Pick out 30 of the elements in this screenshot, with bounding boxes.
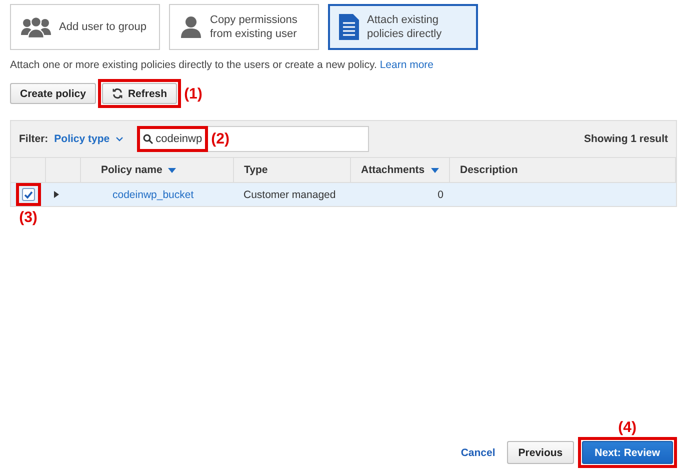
table-cell: 0 bbox=[438, 188, 444, 200]
option-card[interactable]: Attach existing policies directly bbox=[328, 4, 478, 50]
search-field[interactable]: codeinwp (2) bbox=[136, 126, 369, 152]
column-header[interactable]: Description bbox=[460, 164, 518, 176]
refresh-icon bbox=[112, 88, 123, 99]
option-card[interactable]: Copy permissions from existing user bbox=[169, 4, 319, 50]
document-icon bbox=[339, 14, 359, 40]
column-header[interactable]: Type bbox=[244, 164, 268, 176]
create-policy-button[interactable]: Create policy bbox=[10, 83, 96, 104]
row-checkbox[interactable] bbox=[22, 188, 35, 201]
search-icon bbox=[142, 134, 153, 144]
option-card[interactable]: Add user to group bbox=[10, 4, 160, 50]
chevron-icon bbox=[116, 136, 123, 142]
user-icon bbox=[180, 16, 202, 38]
annotation-number: (4) bbox=[618, 419, 636, 436]
expand-icon[interactable] bbox=[54, 190, 58, 198]
annotation-number: (2) bbox=[211, 130, 230, 148]
annotation-number: (1) bbox=[184, 85, 202, 102]
filter-dropdown[interactable]: Policy type bbox=[54, 133, 123, 145]
table-cell: Customer managed bbox=[244, 188, 336, 200]
result-count: Showing 1 result bbox=[584, 133, 668, 145]
refresh-button[interactable]: Refresh bbox=[102, 83, 178, 104]
description-text: Attach one or more existing policies directly to the users or create a new policy. Learn more bbox=[10, 59, 435, 71]
filter-label: Filter: bbox=[19, 133, 48, 145]
annotation-number: (3) bbox=[19, 209, 38, 226]
group-icon bbox=[21, 16, 51, 38]
next-review-button[interactable]: Next: Review bbox=[582, 441, 673, 464]
learn-more-link[interactable]: Learn more bbox=[380, 59, 434, 71]
previous-button[interactable]: Previous bbox=[507, 441, 574, 464]
cancel-button[interactable]: Cancel bbox=[460, 441, 496, 464]
